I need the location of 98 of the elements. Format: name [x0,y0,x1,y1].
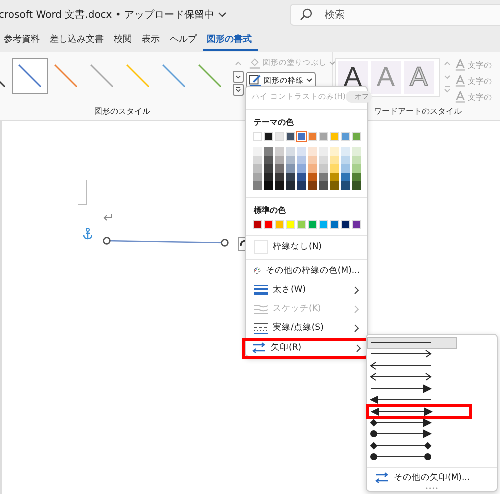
color-swatch[interactable] [297,147,306,156]
color-swatch[interactable] [275,147,284,156]
color-swatch[interactable] [297,164,306,172]
color-swatch[interactable] [352,181,361,190]
ribbon-tab[interactable]: ヘルプ [166,31,203,51]
color-swatch[interactable] [264,164,273,172]
color-swatch[interactable] [253,181,262,190]
chevron-right-icon [356,344,362,352]
color-swatch[interactable] [253,147,262,156]
anchor-icon [83,228,93,240]
group-label: 図形のスタイル [94,106,150,117]
color-swatch[interactable] [319,147,328,156]
resize-grip-icon[interactable] [425,487,439,490]
color-swatch[interactable] [341,181,350,190]
ribbon-tab[interactable]: 差し込み文書 [46,31,110,51]
color-swatch[interactable] [253,220,262,228]
color-swatch[interactable] [319,132,328,141]
color-swatch[interactable] [286,147,295,156]
diagonal-line-icon [90,64,114,88]
ribbon-tab[interactable]: 校閲 [110,31,138,51]
scroll-down-icon[interactable] [233,71,244,83]
color-swatch[interactable] [264,147,273,156]
color-swatch[interactable] [275,132,284,141]
color-swatch[interactable] [286,181,295,190]
color-swatch[interactable] [264,132,273,141]
empty-square-icon [254,240,268,254]
letter-a-icon [455,75,466,87]
letter-a-icon [455,91,466,103]
color-swatch[interactable] [330,220,339,228]
arrows-icon [375,471,389,485]
menu-item[interactable]: 枠線なし(N) [246,238,367,256]
color-swatch[interactable] [330,164,339,172]
color-swatch[interactable] [308,181,317,190]
diagonal-line-icon [126,64,150,88]
section-heading: 標準の色 [253,204,287,216]
color-swatch[interactable] [319,181,328,190]
selected-line-shape[interactable] [102,237,230,247]
chevron-right-icon [354,286,360,294]
search-icon [300,8,313,21]
ribbon-tab[interactable]: 参考資料 [0,31,46,51]
arrow-style-option[interactable] [366,404,472,419]
color-swatch[interactable] [308,147,317,156]
color-swatch[interactable] [308,164,317,172]
color-swatch[interactable] [319,220,328,228]
ribbon-tab[interactable]: 表示 [138,31,166,51]
menu-item[interactable]: 実線/点線(S) [246,318,367,338]
color-swatch[interactable] [264,220,273,228]
menu-item[interactable]: 太さ(W) [246,280,367,300]
color-swatch[interactable] [286,164,295,172]
color-swatch[interactable] [319,164,328,172]
color-swatch[interactable] [275,220,284,228]
diagonal-line-icon [198,64,222,88]
color-swatch[interactable] [341,220,350,228]
fill-bucket-icon [249,57,261,69]
color-swatch[interactable] [297,181,306,190]
color-swatch[interactable] [275,164,284,172]
color-swatch[interactable] [308,220,317,228]
more-arrows-item[interactable]: その他の矢印(M)... [367,470,478,486]
paragraph-mark-icon [103,213,113,222]
chevron-down-icon[interactable] [218,12,228,18]
gallery-expand-icon[interactable] [233,84,244,96]
caret-icon [306,78,313,83]
color-swatch[interactable] [330,147,339,156]
color-swatch[interactable] [297,220,306,228]
shape-style-tile[interactable] [12,58,48,94]
dashed-lines-icon [254,321,268,335]
color-swatch[interactable] [286,220,295,228]
diagonal-line-icon [162,64,186,88]
color-swatch[interactable] [308,132,317,141]
color-swatch[interactable] [253,164,262,172]
chevron-right-icon [354,324,360,332]
search-field[interactable]: 検索 [290,4,500,26]
margin-corner-mark [78,180,88,206]
color-swatch[interactable] [352,220,361,228]
color-swatch[interactable] [352,147,361,156]
color-swatch[interactable] [330,132,339,141]
color-swatch[interactable] [286,132,295,141]
color-swatch[interactable] [352,164,361,172]
diagonal-line-icon [18,64,42,88]
section-heading: テーマの色 [253,117,295,129]
color-swatch[interactable] [275,181,284,190]
letter-a-icon [455,59,466,71]
menu-item[interactable]: その他の枠線の色(M)... [246,262,367,280]
color-swatch[interactable] [352,132,361,141]
color-swatch[interactable] [341,164,350,172]
arrows-icon [252,341,266,355]
color-swatch[interactable] [341,147,350,156]
wavy-lines-icon [254,302,268,316]
diagonal-line-icon [54,64,78,88]
line-weight-icon [254,283,268,297]
color-swatch[interactable] [341,132,350,141]
color-swatch[interactable] [330,181,339,190]
arrow-style-option[interactable] [367,337,457,348]
group-label: ワードアートのスタイル [374,106,462,117]
chevron-right-icon [354,304,360,314]
color-swatch[interactable] [264,181,273,190]
caret-icon [329,60,336,66]
color-swatch[interactable] [253,132,262,141]
